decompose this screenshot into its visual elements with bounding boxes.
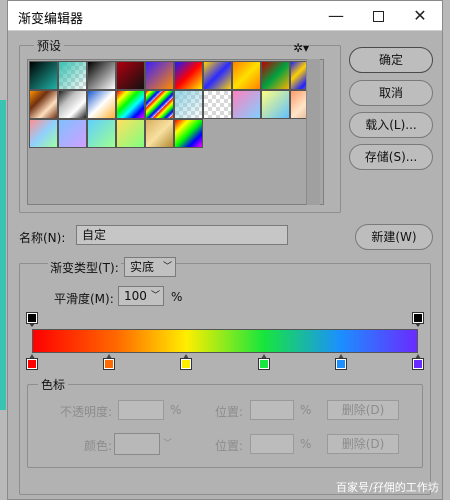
color-label: 颜色: [84,439,113,453]
chevron-down-icon: ﹀ [162,262,172,272]
delete-color-stop-button[interactable]: 删除(D) [327,434,399,454]
preset-swatch[interactable] [87,90,116,119]
maximize-icon [372,11,384,22]
opacity-location-unit: % [300,403,312,417]
chevron-down-icon: ﹀ [150,291,160,301]
preset-swatch[interactable] [58,119,87,148]
preset-swatch[interactable] [87,119,116,148]
presets-legend: 预设 [34,37,65,54]
preset-swatch[interactable] [29,61,58,90]
opacity-location-label: 位置: [215,405,244,419]
window-title: 渐变编辑器 [18,12,84,27]
opacity-label: 不透明度: [60,405,113,419]
background-window-edge [0,100,6,410]
opacity-unit: % [170,403,182,417]
stop-color-well[interactable] [114,433,160,455]
ok-button[interactable]: 确定 [349,47,433,73]
gradient-type-value: 实底 [130,260,155,274]
color-stop-marker[interactable] [412,354,424,370]
preset-scrollbar[interactable] [306,59,320,205]
stops-group: 色标 [27,376,423,468]
close-icon: ✕ [413,6,427,25]
preset-swatch[interactable] [58,61,87,90]
preset-swatch[interactable] [29,90,58,119]
delete-opacity-stop-button[interactable]: 删除(D) [327,400,399,420]
minimize-icon: — [328,6,344,25]
preset-swatch[interactable] [58,90,87,119]
title-bar[interactable]: 渐变编辑器 — ✕ [8,1,442,31]
opacity-input[interactable] [118,400,164,420]
preset-swatch[interactable] [174,61,203,90]
gradient-preview-bar[interactable] [32,329,418,353]
preset-swatch[interactable] [232,61,261,90]
name-label: 名称(N): [19,231,66,245]
preset-swatch[interactable] [232,90,261,119]
chevron-down-icon[interactable]: ﹀ [163,436,172,449]
preset-swatch[interactable] [116,119,145,148]
load-button[interactable]: 载入(L)... [349,112,433,138]
preset-swatch[interactable] [145,61,174,90]
preset-swatch[interactable] [145,119,174,148]
presets-menu-gear-icon[interactable]: ✲▾ [293,41,309,55]
preset-swatch[interactable] [261,61,290,90]
smoothness-value: 100 [124,289,147,303]
cancel-button[interactable]: 取消 [349,80,433,106]
preset-swatch[interactable] [87,61,116,90]
new-button[interactable]: 新建(W) [355,224,433,250]
color-location-unit: % [300,437,312,451]
name-input[interactable]: 自定 [76,225,288,245]
smoothness-label: 平滑度(M): [54,292,114,306]
gradient-type-label: 渐变类型(T): [48,259,121,276]
smoothness-unit: % [171,290,183,304]
stops-legend: 色标 [38,376,69,393]
color-location-input[interactable] [250,434,294,454]
color-stop-marker[interactable] [180,354,193,370]
opacity-location-input[interactable] [250,400,294,420]
color-stop-marker[interactable] [26,354,38,370]
gradient-type-select[interactable]: 实底 ﹀ [124,257,176,277]
preset-swatch[interactable] [174,90,203,119]
gradient-editor-dialog: 渐变编辑器 — ✕ 预设 ✲▾ 确定 取消 载入(L)... 存储(S)... … [7,0,443,500]
preset-swatch[interactable] [203,90,232,119]
preset-swatch[interactable] [261,90,290,119]
color-stop-marker[interactable] [334,354,347,370]
smoothness-combobox[interactable]: 100 ﹀ [118,286,164,306]
opacity-stop-marker[interactable] [26,312,38,327]
preset-swatch[interactable] [116,90,145,119]
color-stop-marker[interactable] [257,354,270,370]
preset-swatch[interactable] [116,61,145,90]
opacity-stop-marker[interactable] [412,312,424,327]
preset-swatch-grid [27,59,324,205]
minimize-button[interactable]: — [316,1,356,31]
color-stop-marker[interactable] [103,354,116,370]
preset-swatch[interactable] [174,119,203,148]
preset-swatch[interactable] [145,90,174,119]
color-location-label: 位置: [215,439,244,453]
preset-swatch[interactable] [29,119,58,148]
preset-swatch[interactable] [203,61,232,90]
close-button[interactable]: ✕ [400,1,440,31]
maximize-button[interactable] [358,1,398,31]
watermark-text: 百家号/孖佣的工作坊 [336,481,439,494]
save-button[interactable]: 存储(S)... [349,144,433,170]
